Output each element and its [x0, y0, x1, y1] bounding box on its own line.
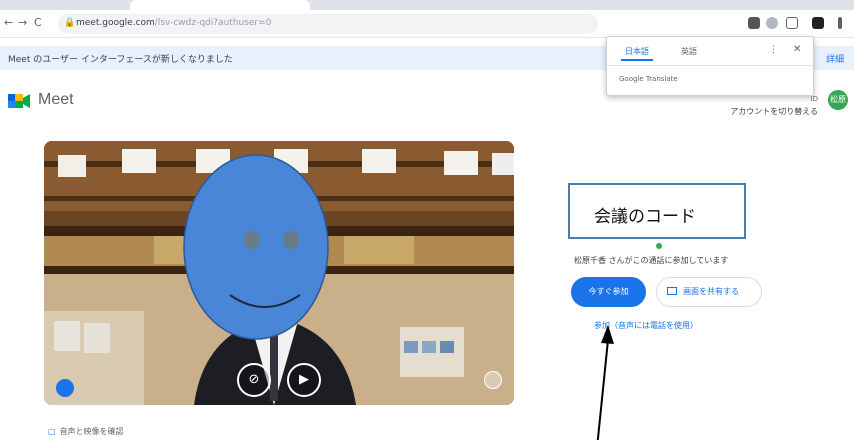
present-icon — [667, 287, 677, 295]
reload-icon[interactable]: C — [34, 16, 42, 29]
join-with-phone-link[interactable]: 参加（音声には電話を使用） — [594, 320, 698, 331]
back-icon[interactable]: ← — [4, 16, 13, 29]
camera-icon[interactable]: ▶ — [287, 363, 321, 397]
translate-brand: Google Translate — [619, 75, 678, 83]
translate-tab-english[interactable]: 英語 — [681, 46, 697, 57]
mic-off-icon[interactable]: ⊘ — [237, 363, 271, 397]
notice-details-link[interactable]: 詳細 — [826, 52, 844, 65]
translate-extension-icon[interactable] — [766, 17, 778, 29]
present-button[interactable]: 画面を共有する — [656, 277, 762, 307]
notice-text: Meet のユーザー インターフェースが新しくなりました — [8, 55, 233, 65]
participant-dot — [656, 243, 662, 249]
more-options-icon[interactable] — [484, 371, 502, 389]
meet-logo-icon[interactable] — [8, 92, 30, 110]
join-now-button[interactable]: 今すぐ参加 — [571, 277, 646, 307]
bookmark-star-icon[interactable] — [786, 17, 798, 29]
url-text[interactable]: meet.google.com/lsv-cwdz-qdi?authuser=0 — [76, 18, 271, 28]
switch-account-link[interactable]: アカウントを切り替える — [730, 106, 818, 117]
browser-tab-strip — [0, 0, 854, 10]
avatar[interactable]: 松原 — [828, 90, 848, 110]
popup-divider — [607, 65, 813, 66]
horizontal-scroll-area — [0, 440, 854, 448]
effects-icon[interactable] — [56, 379, 74, 397]
present-label: 画面を共有する — [683, 287, 739, 296]
participant-status: 松原千香 さんがこの通話に参加しています — [574, 256, 729, 265]
extensions-puzzle-icon[interactable] — [812, 17, 824, 29]
forward-icon[interactable]: → — [18, 16, 27, 29]
translate-tab-japanese[interactable]: 日本語 — [621, 46, 653, 61]
callout-text: 会議のコード — [594, 207, 696, 227]
browser-menu-icon[interactable] — [838, 17, 842, 29]
account-id: ID — [810, 95, 818, 103]
more-vert-icon[interactable]: ⋮ — [769, 45, 778, 55]
meeting-code-callout: 会議のコード — [568, 183, 746, 239]
checklist-icon: ▢ — [48, 427, 56, 436]
check-audio-video-label: 音声と映像を確認 — [59, 427, 124, 436]
check-audio-video-button[interactable]: ▢ 音声と映像を確認 — [48, 426, 124, 437]
video-preview: ⊘ ▶ — [44, 141, 514, 405]
lock-icon: 🔒 — [64, 18, 76, 28]
camera-preview-image — [44, 141, 514, 405]
meet-title: Meet — [38, 91, 74, 108]
extension-icon[interactable] — [748, 17, 760, 29]
url-path: /lsv-cwdz-qdi?authuser=0 — [154, 18, 272, 28]
browser-toolbar: ← → C 🔒 meet.google.com/lsv-cwdz-qdi?aut… — [0, 10, 854, 38]
translate-popup: 日本語 英語 ⋮ ✕ Google Translate — [606, 36, 814, 96]
address-bar[interactable]: 🔒 meet.google.com/lsv-cwdz-qdi?authuser=… — [58, 14, 598, 34]
browser-tab-active[interactable] — [130, 0, 310, 10]
url-host: meet.google.com — [76, 18, 155, 28]
close-icon[interactable]: ✕ — [793, 44, 801, 55]
